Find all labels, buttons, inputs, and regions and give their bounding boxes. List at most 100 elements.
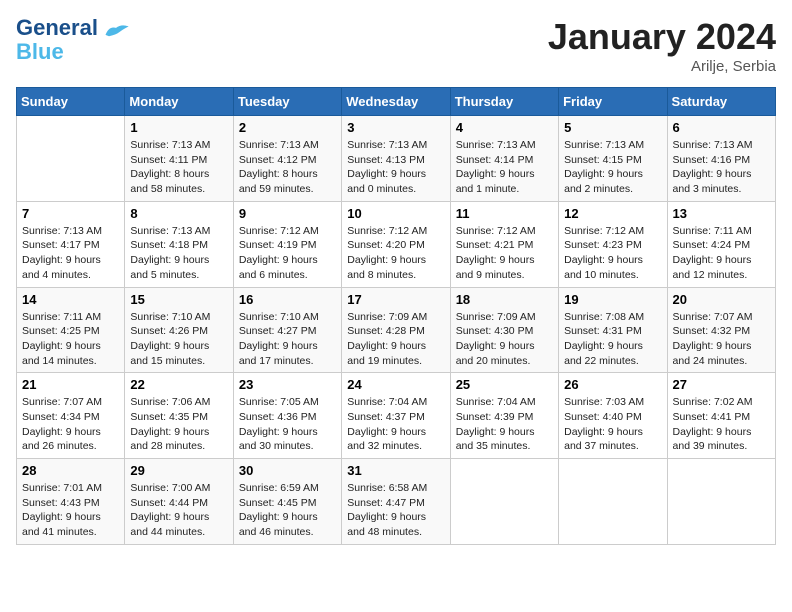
day-detail: Sunrise: 7:04 AMSunset: 4:39 PMDaylight:… bbox=[456, 395, 553, 454]
calendar-day-cell: 23 Sunrise: 7:05 AMSunset: 4:36 PMDayligh… bbox=[233, 373, 341, 459]
day-number: 18 bbox=[456, 292, 553, 307]
day-detail: Sunrise: 7:09 AMSunset: 4:30 PMDaylight:… bbox=[456, 310, 553, 369]
day-detail: Sunrise: 7:13 AMSunset: 4:13 PMDaylight:… bbox=[347, 138, 444, 197]
calendar-day-cell: 30Sunrise: 6:59 AMSunset: 4:45 PMDayligh… bbox=[233, 459, 341, 545]
calendar-week-row: 7 Sunrise: 7:13 AMSunset: 4:17 PMDaylight… bbox=[17, 201, 776, 287]
day-number: 27 bbox=[673, 377, 770, 392]
page-header: GeneralBlue January 2024 Arilje, Serbia bbox=[16, 16, 776, 75]
calendar-day-cell: 5 Sunrise: 7:13 AMSunset: 4:15 PMDaylight… bbox=[559, 116, 667, 202]
calendar-day-cell: 28Sunrise: 7:01 AMSunset: 4:43 PMDayligh… bbox=[17, 459, 125, 545]
day-detail: Sunrise: 7:02 AMSunset: 4:41 PMDaylight:… bbox=[673, 395, 770, 454]
day-detail: Sunrise: 7:13 AMSunset: 4:15 PMDaylight:… bbox=[564, 138, 661, 197]
calendar-day-cell: 9 Sunrise: 7:12 AMSunset: 4:19 PMDaylight… bbox=[233, 201, 341, 287]
calendar-day-cell: 22 Sunrise: 7:06 AMSunset: 4:35 PMDayligh… bbox=[125, 373, 233, 459]
day-detail: Sunrise: 7:03 AMSunset: 4:40 PMDaylight:… bbox=[564, 395, 661, 454]
day-number: 2 bbox=[239, 120, 336, 135]
day-number: 15 bbox=[130, 292, 227, 307]
day-number: 6 bbox=[673, 120, 770, 135]
day-number: 11 bbox=[456, 206, 553, 221]
month-year-title: January 2024 bbox=[548, 16, 776, 58]
calendar-day-cell: 10 Sunrise: 7:12 AMSunset: 4:20 PMDayligh… bbox=[342, 201, 450, 287]
day-detail: Sunrise: 7:12 AMSunset: 4:19 PMDaylight:… bbox=[239, 224, 336, 283]
day-detail: Sunrise: 7:12 AMSunset: 4:23 PMDaylight:… bbox=[564, 224, 661, 283]
calendar-day-cell: 24 Sunrise: 7:04 AMSunset: 4:37 PMDayligh… bbox=[342, 373, 450, 459]
day-number: 25 bbox=[456, 377, 553, 392]
day-detail: Sunrise: 6:59 AMSunset: 4:45 PMDaylight:… bbox=[239, 481, 336, 540]
day-number: 8 bbox=[130, 206, 227, 221]
day-detail: Sunrise: 7:12 AMSunset: 4:20 PMDaylight:… bbox=[347, 224, 444, 283]
calendar-day-cell: 12Sunrise: 7:12 AMSunset: 4:23 PMDayligh… bbox=[559, 201, 667, 287]
calendar-day-cell: 4Sunrise: 7:13 AMSunset: 4:14 PMDaylight… bbox=[450, 116, 558, 202]
calendar-day-cell: 16 Sunrise: 7:10 AMSunset: 4:27 PMDayligh… bbox=[233, 287, 341, 373]
day-number: 29 bbox=[130, 463, 227, 478]
day-detail: Sunrise: 7:10 AMSunset: 4:27 PMDaylight:… bbox=[239, 310, 336, 369]
day-detail: Sunrise: 7:13 AMSunset: 4:17 PMDaylight:… bbox=[22, 224, 119, 283]
calendar-day-cell: 21 Sunrise: 7:07 AMSunset: 4:34 PMDayligh… bbox=[17, 373, 125, 459]
day-detail: Sunrise: 7:06 AMSunset: 4:35 PMDaylight:… bbox=[130, 395, 227, 454]
day-detail: Sunrise: 7:13 AMSunset: 4:12 PMDaylight:… bbox=[239, 138, 336, 197]
title-area: January 2024 Arilje, Serbia bbox=[548, 16, 776, 75]
day-number: 1 bbox=[130, 120, 227, 135]
calendar-day-cell bbox=[17, 116, 125, 202]
day-number: 23 bbox=[239, 377, 336, 392]
calendar-day-cell: 15 Sunrise: 7:10 AMSunset: 4:26 PMDayligh… bbox=[125, 287, 233, 373]
day-detail: Sunrise: 7:00 AMSunset: 4:44 PMDaylight:… bbox=[130, 481, 227, 540]
weekday-header-cell: Sunday bbox=[17, 88, 125, 116]
day-number: 21 bbox=[22, 377, 119, 392]
calendar-table: SundayMondayTuesdayWednesdayThursdayFrid… bbox=[16, 87, 776, 545]
day-detail: Sunrise: 7:07 AMSunset: 4:34 PMDaylight:… bbox=[22, 395, 119, 454]
day-detail: Sunrise: 7:13 AMSunset: 4:18 PMDaylight:… bbox=[130, 224, 227, 283]
calendar-day-cell: 7 Sunrise: 7:13 AMSunset: 4:17 PMDaylight… bbox=[17, 201, 125, 287]
logo-blue: Blue bbox=[16, 39, 64, 64]
calendar-day-cell: 2 Sunrise: 7:13 AMSunset: 4:12 PMDaylight… bbox=[233, 116, 341, 202]
day-detail: Sunrise: 7:11 AMSunset: 4:24 PMDaylight:… bbox=[673, 224, 770, 283]
weekday-header-row: SundayMondayTuesdayWednesdayThursdayFrid… bbox=[17, 88, 776, 116]
day-number: 19 bbox=[564, 292, 661, 307]
day-number: 10 bbox=[347, 206, 444, 221]
weekday-header-cell: Thursday bbox=[450, 88, 558, 116]
day-detail: Sunrise: 7:01 AMSunset: 4:43 PMDaylight:… bbox=[22, 481, 119, 540]
logo: GeneralBlue bbox=[16, 16, 130, 64]
calendar-week-row: 28Sunrise: 7:01 AMSunset: 4:43 PMDayligh… bbox=[17, 459, 776, 545]
day-number: 9 bbox=[239, 206, 336, 221]
day-detail: Sunrise: 6:58 AMSunset: 4:47 PMDaylight:… bbox=[347, 481, 444, 540]
day-number: 4 bbox=[456, 120, 553, 135]
logo-bird-icon bbox=[102, 22, 130, 40]
day-number: 7 bbox=[22, 206, 119, 221]
calendar-day-cell: 11Sunrise: 7:12 AMSunset: 4:21 PMDayligh… bbox=[450, 201, 558, 287]
day-detail: Sunrise: 7:11 AMSunset: 4:25 PMDaylight:… bbox=[22, 310, 119, 369]
day-detail: Sunrise: 7:07 AMSunset: 4:32 PMDaylight:… bbox=[673, 310, 770, 369]
calendar-day-cell: 13 Sunrise: 7:11 AMSunset: 4:24 PMDayligh… bbox=[667, 201, 775, 287]
calendar-day-cell: 31 Sunrise: 6:58 AMSunset: 4:47 PMDayligh… bbox=[342, 459, 450, 545]
calendar-day-cell: 27 Sunrise: 7:02 AMSunset: 4:41 PMDayligh… bbox=[667, 373, 775, 459]
day-detail: Sunrise: 7:04 AMSunset: 4:37 PMDaylight:… bbox=[347, 395, 444, 454]
day-detail: Sunrise: 7:13 AMSunset: 4:11 PMDaylight:… bbox=[130, 138, 227, 197]
calendar-day-cell: 18 Sunrise: 7:09 AMSunset: 4:30 PMDayligh… bbox=[450, 287, 558, 373]
day-number: 31 bbox=[347, 463, 444, 478]
calendar-day-cell: 3Sunrise: 7:13 AMSunset: 4:13 PMDaylight… bbox=[342, 116, 450, 202]
day-number: 22 bbox=[130, 377, 227, 392]
weekday-header-cell: Wednesday bbox=[342, 88, 450, 116]
calendar-day-cell: 29 Sunrise: 7:00 AMSunset: 4:44 PMDayligh… bbox=[125, 459, 233, 545]
day-detail: Sunrise: 7:05 AMSunset: 4:36 PMDaylight:… bbox=[239, 395, 336, 454]
calendar-day-cell: 19 Sunrise: 7:08 AMSunset: 4:31 PMDayligh… bbox=[559, 287, 667, 373]
calendar-week-row: 14Sunrise: 7:11 AMSunset: 4:25 PMDayligh… bbox=[17, 287, 776, 373]
day-number: 13 bbox=[673, 206, 770, 221]
day-detail: Sunrise: 7:10 AMSunset: 4:26 PMDaylight:… bbox=[130, 310, 227, 369]
day-number: 5 bbox=[564, 120, 661, 135]
calendar-day-cell: 1 Sunrise: 7:13 AMSunset: 4:11 PMDaylight… bbox=[125, 116, 233, 202]
weekday-header-cell: Monday bbox=[125, 88, 233, 116]
calendar-body: 1 Sunrise: 7:13 AMSunset: 4:11 PMDaylight… bbox=[17, 116, 776, 545]
calendar-day-cell bbox=[667, 459, 775, 545]
day-number: 24 bbox=[347, 377, 444, 392]
logo-text: GeneralBlue bbox=[16, 16, 98, 64]
location-subtitle: Arilje, Serbia bbox=[548, 58, 776, 75]
weekday-header-cell: Tuesday bbox=[233, 88, 341, 116]
calendar-day-cell: 6 Sunrise: 7:13 AMSunset: 4:16 PMDaylight… bbox=[667, 116, 775, 202]
day-number: 16 bbox=[239, 292, 336, 307]
calendar-day-cell: 8 Sunrise: 7:13 AMSunset: 4:18 PMDaylight… bbox=[125, 201, 233, 287]
day-detail: Sunrise: 7:13 AMSunset: 4:16 PMDaylight:… bbox=[673, 138, 770, 197]
day-number: 26 bbox=[564, 377, 661, 392]
calendar-day-cell bbox=[450, 459, 558, 545]
day-detail: Sunrise: 7:08 AMSunset: 4:31 PMDaylight:… bbox=[564, 310, 661, 369]
